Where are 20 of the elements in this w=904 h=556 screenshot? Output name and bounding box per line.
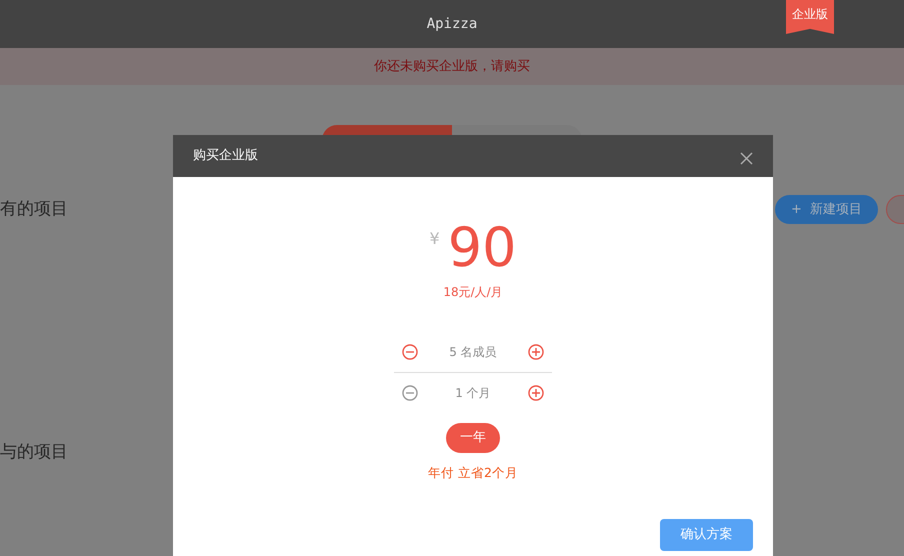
price-value: 90 (448, 221, 516, 275)
plus-button[interactable] (528, 344, 544, 360)
discount-note: 年付 立省2个月 (428, 464, 518, 482)
plus-icon: + (791, 202, 802, 217)
currency-symbol: ¥ (430, 228, 440, 250)
section-heading: 有的项目 (0, 198, 68, 221)
stepper-value: 1 个月 (455, 385, 491, 402)
app-title: Apizza (426, 14, 478, 34)
unit-price: 18元/人/月 (443, 284, 503, 301)
minus-button[interactable] (402, 344, 418, 360)
stepper-value: 5 名成员 (449, 344, 497, 360)
plus-button[interactable] (528, 385, 544, 401)
section-heading: 与的项目 (0, 441, 69, 464)
notice-text: 你还未购买企业版，请购买 (374, 58, 530, 76)
confirm-button[interactable]: 确认方案 (660, 518, 753, 551)
new-project-button[interactable]: + 新建项目 (775, 195, 878, 224)
close-button[interactable] (740, 150, 753, 162)
modal-title: 购买企业版 (193, 147, 258, 166)
period-button[interactable]: 一年 (446, 423, 500, 453)
edition-ribbon: 企业版 (786, 0, 834, 34)
